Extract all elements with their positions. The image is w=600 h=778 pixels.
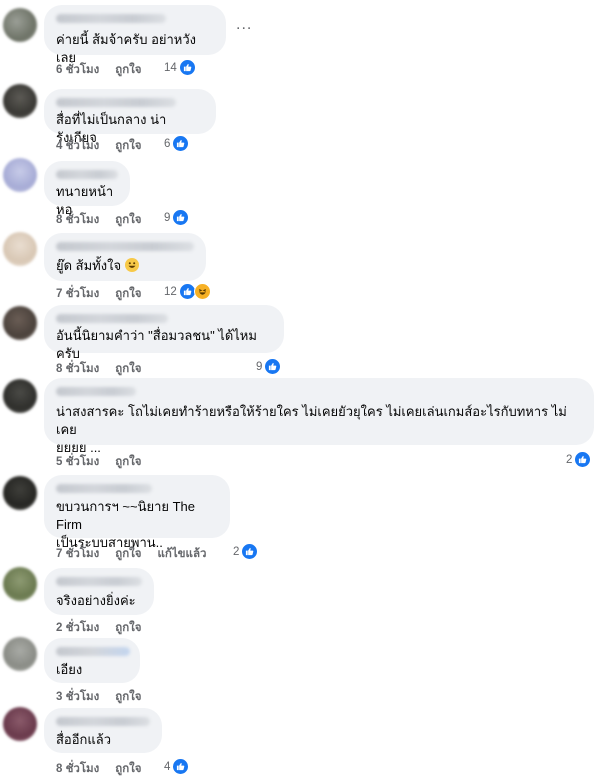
comment-bubble: ทนายหน้าหอ (44, 161, 130, 217)
thumbs-up-icon (172, 135, 190, 152)
author-name[interactable] (56, 484, 152, 493)
thumbs-up-icon (574, 451, 592, 468)
comment-meta: 8 ชั่วโมง ถูกใจ (56, 211, 142, 229)
reaction-count[interactable]: 12 (164, 283, 211, 300)
comment-meta: 8 ชั่วโมง ถูกใจ (56, 760, 142, 778)
timestamp[interactable]: 8 ชั่วโมง (56, 211, 99, 229)
thumbs-up-icon (172, 758, 190, 775)
like-button[interactable]: ถูกใจ (115, 285, 141, 303)
comment-text: ยู๊ด ส้มทั้งใจ (56, 257, 194, 275)
timestamp[interactable]: 7 ชั่วโมง (56, 285, 99, 303)
comment-text-content: ยู๊ด ส้มทั้งใจ (56, 258, 122, 273)
avatar[interactable] (3, 84, 37, 118)
author-name[interactable] (56, 577, 142, 586)
like-button[interactable]: ถูกใจ (115, 453, 141, 471)
comment-bubble: ขบวนการฯ ~~นิยาย The Firm เป็นระบบสายพาน… (44, 475, 230, 550)
avatar[interactable] (3, 8, 37, 42)
thumbs-up-icon (264, 358, 282, 375)
reaction-count[interactable]: 14 (164, 59, 196, 76)
comment-meta: 2 ชั่วโมง ถูกใจ (56, 619, 142, 637)
comment-bubble: สื่อที่ไม่เป็นกลาง น่ารังเกียจ (44, 89, 216, 145)
reaction-number: 9 (164, 211, 171, 224)
comment-bubble: ยู๊ด ส้มทั้งใจ (44, 233, 206, 281)
timestamp[interactable]: 6 ชั่วโมง (56, 61, 99, 79)
like-button[interactable]: ถูกใจ (115, 211, 141, 229)
comment-meta: 5 ชั่วโมง ถูกใจ (56, 453, 142, 471)
like-button[interactable]: ถูกใจ (115, 760, 141, 778)
thumbs-up-icon (241, 543, 259, 560)
comment-bubble: สื่ออีกแล้ว (44, 708, 162, 753)
like-button[interactable]: ถูกใจ (115, 61, 141, 79)
timestamp[interactable]: 5 ชั่วโมง (56, 453, 99, 471)
reaction-count[interactable]: 2 (566, 451, 592, 468)
avatar[interactable] (3, 158, 37, 192)
comment-text: จริงอย่างยิ่งค่ะ (56, 593, 136, 608)
reaction-number: 14 (164, 61, 177, 74)
thumbs-up-icon (178, 59, 196, 76)
comment-text: เอียง (56, 662, 83, 677)
reaction-number: 2 (233, 545, 240, 558)
like-button[interactable]: ถูกใจ (115, 619, 141, 637)
like-button[interactable]: ถูกใจ (115, 360, 141, 378)
comment-meta: 7 ชั่วโมง ถูกใจ (56, 285, 142, 303)
timestamp[interactable]: 3 ชั่วโมง (56, 688, 99, 706)
avatar[interactable] (3, 476, 37, 510)
timestamp[interactable]: 8 ชั่วโมง (56, 760, 99, 778)
author-name[interactable] (56, 387, 136, 396)
comment-bubble: อันนี้นิยามคำว่า "สื่อมวลชน" ได้ไหมครับ (44, 305, 284, 361)
more-options-icon[interactable]: ... (236, 16, 252, 34)
comment-bubble: ค่ายนี้ ส้มจ้าครับ อย่าหวัง เลย (44, 5, 226, 65)
reaction-number: 12 (164, 285, 177, 298)
comment-meta: 8 ชั่วโมง ถูกใจ (56, 360, 142, 378)
avatar[interactable] (3, 379, 37, 413)
author-name[interactable] (56, 14, 166, 23)
comment-text: อันนี้นิยามคำว่า "สื่อมวลชน" ได้ไหมครับ (56, 328, 257, 361)
avatar[interactable] (3, 306, 37, 340)
timestamp[interactable]: 2 ชั่วโมง (56, 619, 99, 637)
author-name[interactable] (56, 717, 150, 726)
edited-label[interactable]: แก้ไขแล้ว (158, 545, 207, 563)
avatar[interactable] (3, 232, 37, 266)
grinning-face-emoji (124, 258, 139, 272)
comment-text: น่าสงสารคะ โถไม่เคยทำร้ายหรือให้ร้ายใคร … (56, 404, 567, 437)
timestamp[interactable]: 4 ชั่วโมง (56, 137, 99, 155)
reaction-count[interactable]: 6 (164, 135, 190, 152)
author-name[interactable] (56, 170, 118, 179)
avatar[interactable] (3, 637, 37, 671)
reaction-count[interactable]: 4 (164, 758, 190, 775)
reaction-number: 9 (256, 360, 263, 373)
avatar[interactable] (3, 707, 37, 741)
comment-bubble: น่าสงสารคะ โถไม่เคยทำร้ายหรือให้ร้ายใคร … (44, 378, 594, 455)
comment-bubble: เอียง (44, 638, 140, 683)
comment-meta: 4 ชั่วโมง ถูกใจ (56, 137, 142, 155)
timestamp[interactable]: 7 ชั่วโมง (56, 545, 99, 563)
reaction-number: 4 (164, 760, 171, 773)
timestamp[interactable]: 8 ชั่วโมง (56, 360, 99, 378)
comment-meta: 7 ชั่วโมง ถูกใจ แก้ไขแล้ว (56, 545, 206, 563)
reaction-number: 6 (164, 137, 171, 150)
reaction-count[interactable]: 2 (233, 543, 259, 560)
comment-bubble: จริงอย่างยิ่งค่ะ (44, 568, 154, 615)
comment-text: ขบวนการฯ ~~นิยาย The Firm (56, 499, 196, 532)
thumbs-up-icon (172, 209, 190, 226)
like-button[interactable]: ถูกใจ (115, 545, 141, 563)
comment-meta: 3 ชั่วโมง ถูกใจ (56, 688, 142, 706)
comment-text: สื่ออีกแล้ว (56, 732, 112, 747)
author-name[interactable] (56, 314, 168, 323)
author-name[interactable] (56, 647, 130, 656)
author-name[interactable] (56, 242, 194, 251)
haha-reaction-icon (193, 283, 211, 300)
like-button[interactable]: ถูกใจ (115, 688, 141, 706)
reaction-number: 2 (566, 453, 573, 466)
reaction-count[interactable]: 9 (164, 209, 190, 226)
avatar[interactable] (3, 567, 37, 601)
like-button[interactable]: ถูกใจ (115, 137, 141, 155)
comment-meta: 6 ชั่วโมง ถูกใจ (56, 61, 142, 79)
reaction-count[interactable]: 9 (256, 358, 282, 375)
author-name[interactable] (56, 98, 176, 107)
